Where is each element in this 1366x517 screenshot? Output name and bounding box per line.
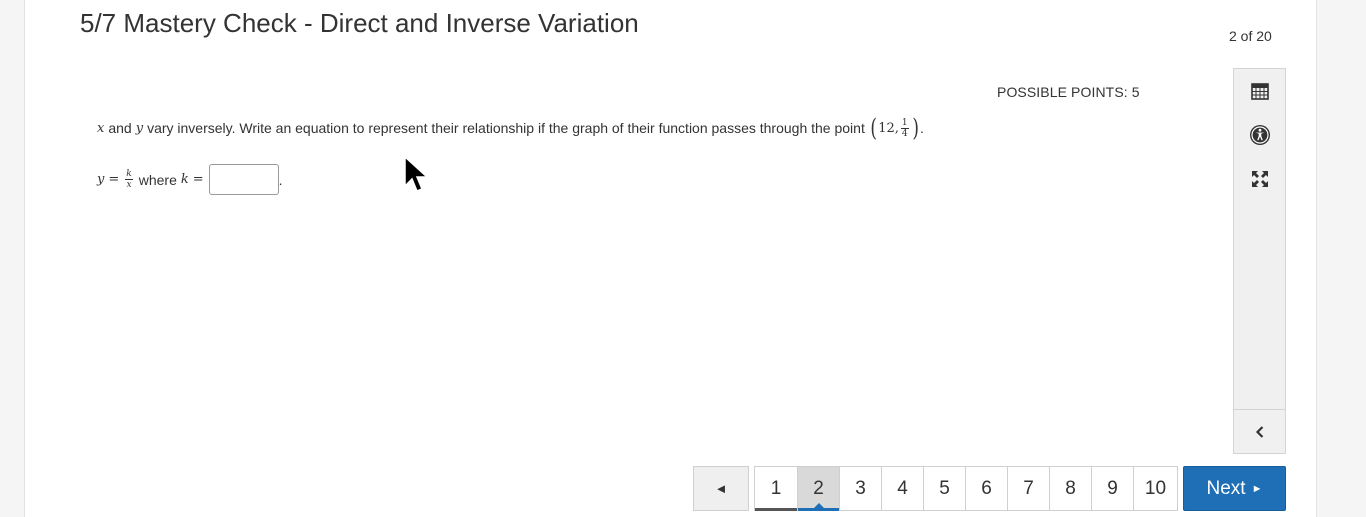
page-button-7[interactable]: 7 bbox=[1007, 467, 1049, 510]
eq-equals: = bbox=[108, 172, 120, 187]
page-content: 5/7 Mastery Check - Direct and Inverse V… bbox=[24, 0, 1317, 517]
accessibility-icon bbox=[1249, 125, 1270, 145]
where-text: where bbox=[138, 171, 177, 188]
eq-y: y bbox=[97, 172, 105, 187]
var-x: x bbox=[97, 120, 105, 136]
chevron-left-icon bbox=[1255, 426, 1263, 438]
page-title: 5/7 Mastery Check - Direct and Inverse V… bbox=[80, 8, 639, 38]
possible-points: POSSIBLE POINTS: 5 bbox=[997, 84, 1140, 100]
next-arrow-icon: ► bbox=[1251, 482, 1263, 495]
accessibility-tool-button[interactable] bbox=[1234, 115, 1285, 155]
page-button-8[interactable]: 8 bbox=[1049, 467, 1091, 510]
mouse-cursor-icon bbox=[404, 156, 429, 192]
calendar-tool-button[interactable] bbox=[1234, 71, 1285, 111]
expand-icon bbox=[1251, 171, 1268, 187]
var-y: y bbox=[135, 120, 144, 136]
k-over-x-fraction: k x bbox=[125, 169, 133, 190]
k-answer-input[interactable] bbox=[208, 164, 279, 195]
page-button-3[interactable]: 3 bbox=[839, 467, 881, 510]
previous-button[interactable]: ◄ bbox=[693, 466, 749, 511]
answer-row: y = k x where k = . bbox=[97, 164, 283, 195]
question-period: . bbox=[920, 120, 924, 136]
open-paren: ( bbox=[870, 114, 877, 142]
page-button-9[interactable]: 9 bbox=[1091, 467, 1133, 510]
frac-numerator: k bbox=[125, 169, 133, 180]
question-pager: ◄ 1 2 3 4 5 6 7 8 9 10 Next ► bbox=[693, 466, 1286, 511]
next-label: Next bbox=[1206, 477, 1246, 499]
next-button[interactable]: Next ► bbox=[1183, 466, 1286, 511]
eq-k: k bbox=[180, 172, 189, 187]
question-body: vary inversely. Write an equation to rep… bbox=[147, 120, 865, 136]
frac-denominator: x bbox=[126, 180, 132, 190]
page-button-5[interactable]: 5 bbox=[923, 467, 965, 510]
collapse-sidebar-button[interactable] bbox=[1234, 409, 1285, 454]
point-y-numerator: 1 bbox=[900, 117, 909, 129]
page-button-1[interactable]: 1 bbox=[755, 467, 797, 511]
calendar-icon bbox=[1250, 83, 1269, 100]
answer-period: . bbox=[278, 171, 283, 188]
point-y-denominator: 4 bbox=[901, 128, 908, 139]
point-y-fraction: 1 4 bbox=[900, 117, 909, 139]
page-button-6[interactable]: 6 bbox=[965, 467, 1007, 510]
eq-equals-2: = bbox=[192, 172, 204, 187]
close-paren: ) bbox=[912, 114, 919, 142]
tools-sidebar bbox=[1233, 68, 1286, 454]
question-counter: 2 of 20 bbox=[1229, 28, 1272, 44]
page-button-10[interactable]: 10 bbox=[1133, 467, 1177, 510]
page-number-list: 1 2 3 4 5 6 7 8 9 10 bbox=[754, 466, 1178, 511]
and-text: and bbox=[108, 120, 132, 136]
point-x: 12, bbox=[878, 120, 899, 136]
page-button-4[interactable]: 4 bbox=[881, 467, 923, 510]
question-text: x and y vary inversely. Write an equatio… bbox=[97, 116, 924, 140]
page-button-2[interactable]: 2 bbox=[797, 467, 839, 511]
expand-tool-button[interactable] bbox=[1234, 159, 1285, 199]
